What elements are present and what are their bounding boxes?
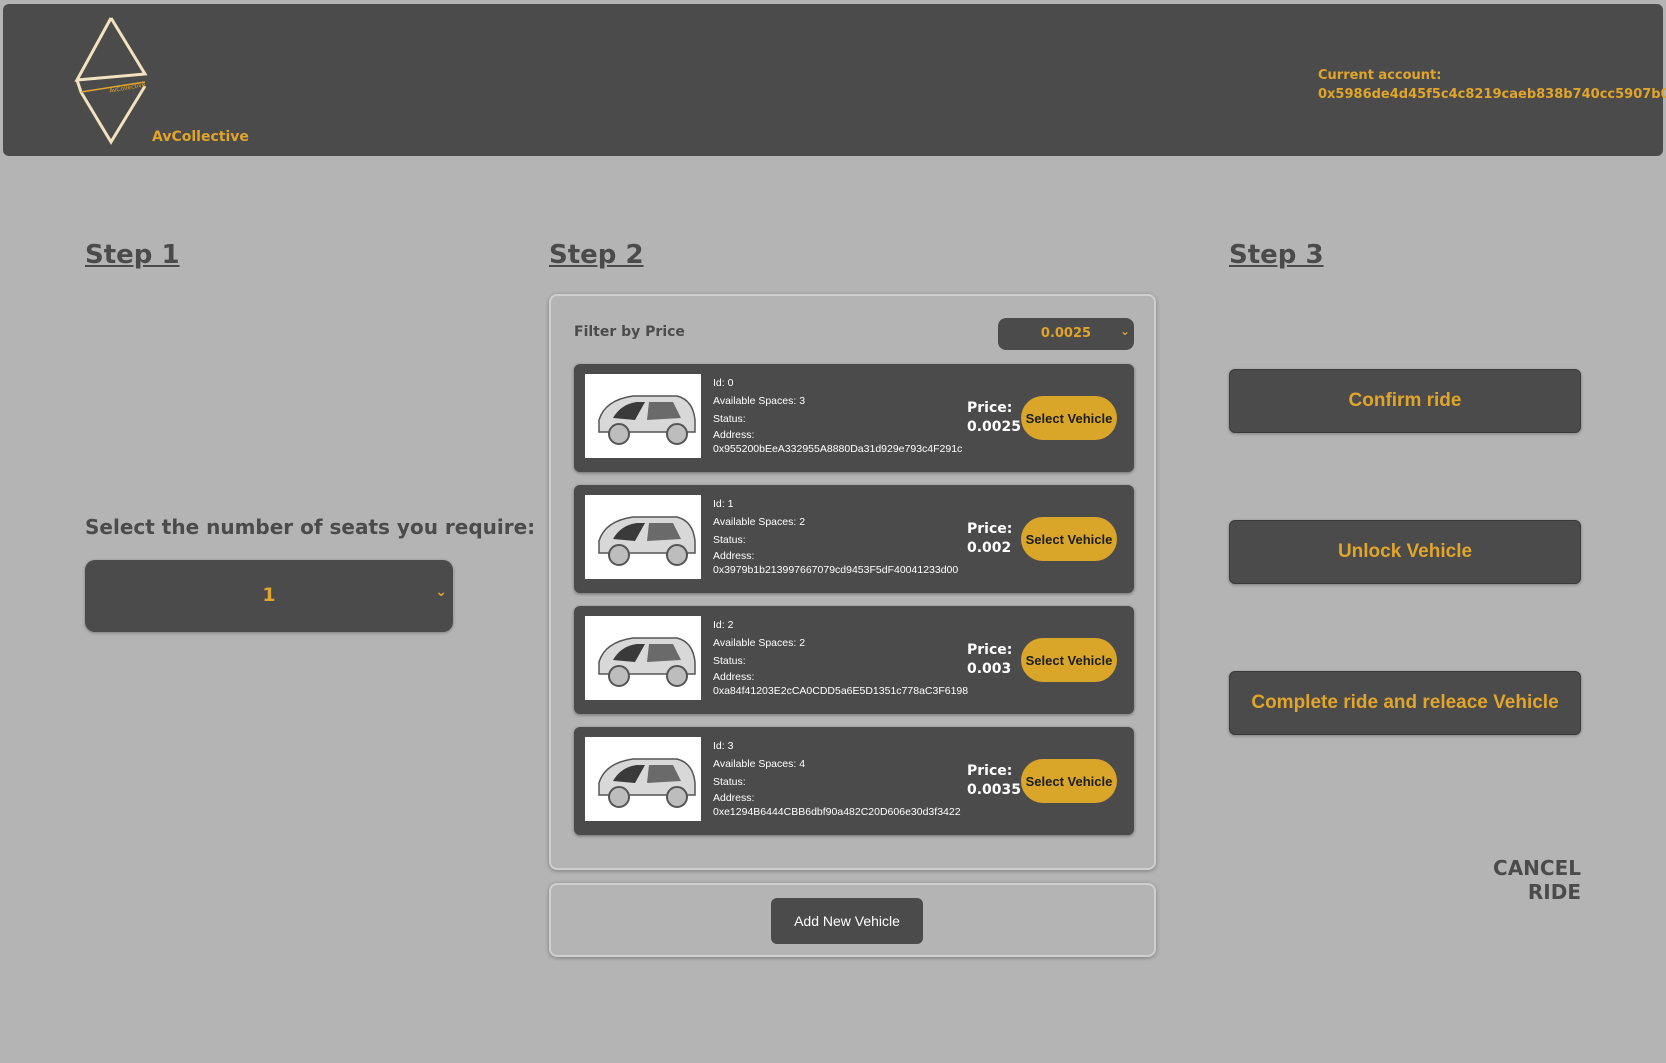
- vehicle-info: Id: 1 Available Spaces: 2 Status: Addres…: [713, 495, 958, 577]
- account-address: 0x5986de4d45f5c4c8219caeb838b740cc5907b0…: [1318, 87, 1666, 102]
- vehicle-image: [585, 374, 701, 458]
- vehicle-spaces: Available Spaces: 3: [713, 395, 806, 407]
- vehicle-address-label: Address:: [713, 550, 755, 562]
- price-value: 0.0025: [967, 419, 1022, 435]
- confirm-ride-button[interactable]: Confirm ride: [1229, 369, 1581, 433]
- vehicle-image: [585, 616, 701, 700]
- filter-price-label: Filter by Price: [574, 324, 685, 340]
- select-vehicle-button[interactable]: Select Vehicle: [1021, 759, 1117, 803]
- vehicle-spaces: Available Spaces: 4: [713, 758, 806, 770]
- ethereum-diamond-logo[interactable]: AvCollective: [69, 12, 149, 148]
- price-value: 0.003: [967, 661, 1012, 677]
- price-label: Price:: [967, 400, 1013, 416]
- step-3-title: Step 3: [1229, 240, 1324, 270]
- vehicle-list-panel: Filter by Price 0.0025 ⌄ Id: 0 Available…: [549, 294, 1156, 870]
- vehicle-card: Id: 2 Available Spaces: 2 Status: Addres…: [574, 606, 1134, 714]
- step-2-title: Step 2: [549, 240, 644, 270]
- vehicle-info: Id: 2 Available Spaces: 2 Status: Addres…: [713, 616, 968, 698]
- vehicle-info: Id: 3 Available Spaces: 4 Status: Addres…: [713, 737, 961, 819]
- vehicle-status: Status:: [713, 776, 746, 788]
- vehicle-address-label: Address:: [713, 671, 755, 683]
- vehicle-id: Id: 1: [713, 498, 734, 510]
- vehicle-address: 0xe1294B6444CBB6dbf90a482C20D606e30d3f34…: [713, 806, 961, 818]
- unlock-vehicle-button[interactable]: Unlock Vehicle: [1229, 520, 1581, 584]
- vehicle-status: Status:: [713, 413, 746, 425]
- cancel-ride-link[interactable]: CANCEL RIDE: [1440, 856, 1581, 904]
- price-value: 0.002: [967, 540, 1012, 556]
- seat-count-select[interactable]: 1 ⌄: [85, 560, 453, 632]
- vehicle-price: Price: 0.002: [967, 520, 1012, 558]
- account-label: Current account:: [1318, 68, 1442, 83]
- vehicle-id: Id: 0: [713, 377, 734, 389]
- add-vehicle-panel: Add New Vehicle: [549, 883, 1156, 957]
- vehicle-address-label: Address:: [713, 429, 755, 441]
- vehicle-price: Price: 0.003: [967, 641, 1012, 679]
- vehicle-address: 0x955200bEeA332955A8880Da31d929e793c4F29…: [713, 443, 963, 455]
- vehicle-address: 0x3979b1b213997667079cd9453F5dF40041233d…: [713, 564, 959, 576]
- filter-price-value: 0.0025: [1040, 326, 1092, 341]
- vehicle-info: Id: 0 Available Spaces: 3 Status: Addres…: [713, 374, 962, 456]
- vehicle-address: 0xa84f41203E2cCA0CDD5a6E5D1351c778aC3F61…: [713, 685, 969, 697]
- select-vehicle-button[interactable]: Select Vehicle: [1021, 396, 1117, 440]
- vehicle-status: Status:: [713, 655, 746, 667]
- seat-count-label: Select the number of seats you require:: [85, 515, 536, 539]
- chevron-down-icon: ⌄: [435, 584, 447, 600]
- price-label: Price:: [967, 763, 1013, 779]
- seat-count-value: 1: [262, 584, 276, 606]
- vehicle-price: Price: 0.0025: [967, 399, 1021, 437]
- price-value: 0.0035: [967, 782, 1022, 798]
- vehicle-card: Id: 1 Available Spaces: 2 Status: Addres…: [574, 485, 1134, 593]
- select-vehicle-button[interactable]: Select Vehicle: [1021, 517, 1117, 561]
- price-label: Price:: [967, 521, 1013, 537]
- select-vehicle-button[interactable]: Select Vehicle: [1021, 638, 1117, 682]
- vehicle-image: [585, 495, 701, 579]
- brand-name: AvCollective: [152, 129, 249, 145]
- app-header: AvCollective AvCollective Current accoun…: [3, 4, 1666, 156]
- chevron-down-icon: ⌄: [1119, 324, 1130, 338]
- vehicle-status: Status:: [713, 534, 746, 546]
- vehicle-spaces: Available Spaces: 2: [713, 516, 806, 528]
- vehicle-price: Price: 0.0035: [967, 762, 1021, 800]
- current-account: Current account: 0x5986de4d45f5c4c8219ca…: [1318, 66, 1666, 104]
- vehicle-id: Id: 3: [713, 740, 734, 752]
- price-label: Price:: [967, 642, 1013, 658]
- filter-price-select[interactable]: 0.0025 ⌄: [998, 318, 1134, 350]
- step-1-title: Step 1: [85, 240, 180, 270]
- vehicle-spaces: Available Spaces: 2: [713, 637, 806, 649]
- vehicle-address-label: Address:: [713, 792, 755, 804]
- add-new-vehicle-button[interactable]: Add New Vehicle: [771, 898, 923, 944]
- complete-ride-button[interactable]: Complete ride and releace Vehicle: [1229, 671, 1581, 735]
- vehicle-card: Id: 3 Available Spaces: 4 Status: Addres…: [574, 727, 1134, 835]
- vehicle-id: Id: 2: [713, 619, 734, 631]
- vehicle-card: Id: 0 Available Spaces: 3 Status: Addres…: [574, 364, 1134, 472]
- vehicle-image: [585, 737, 701, 821]
